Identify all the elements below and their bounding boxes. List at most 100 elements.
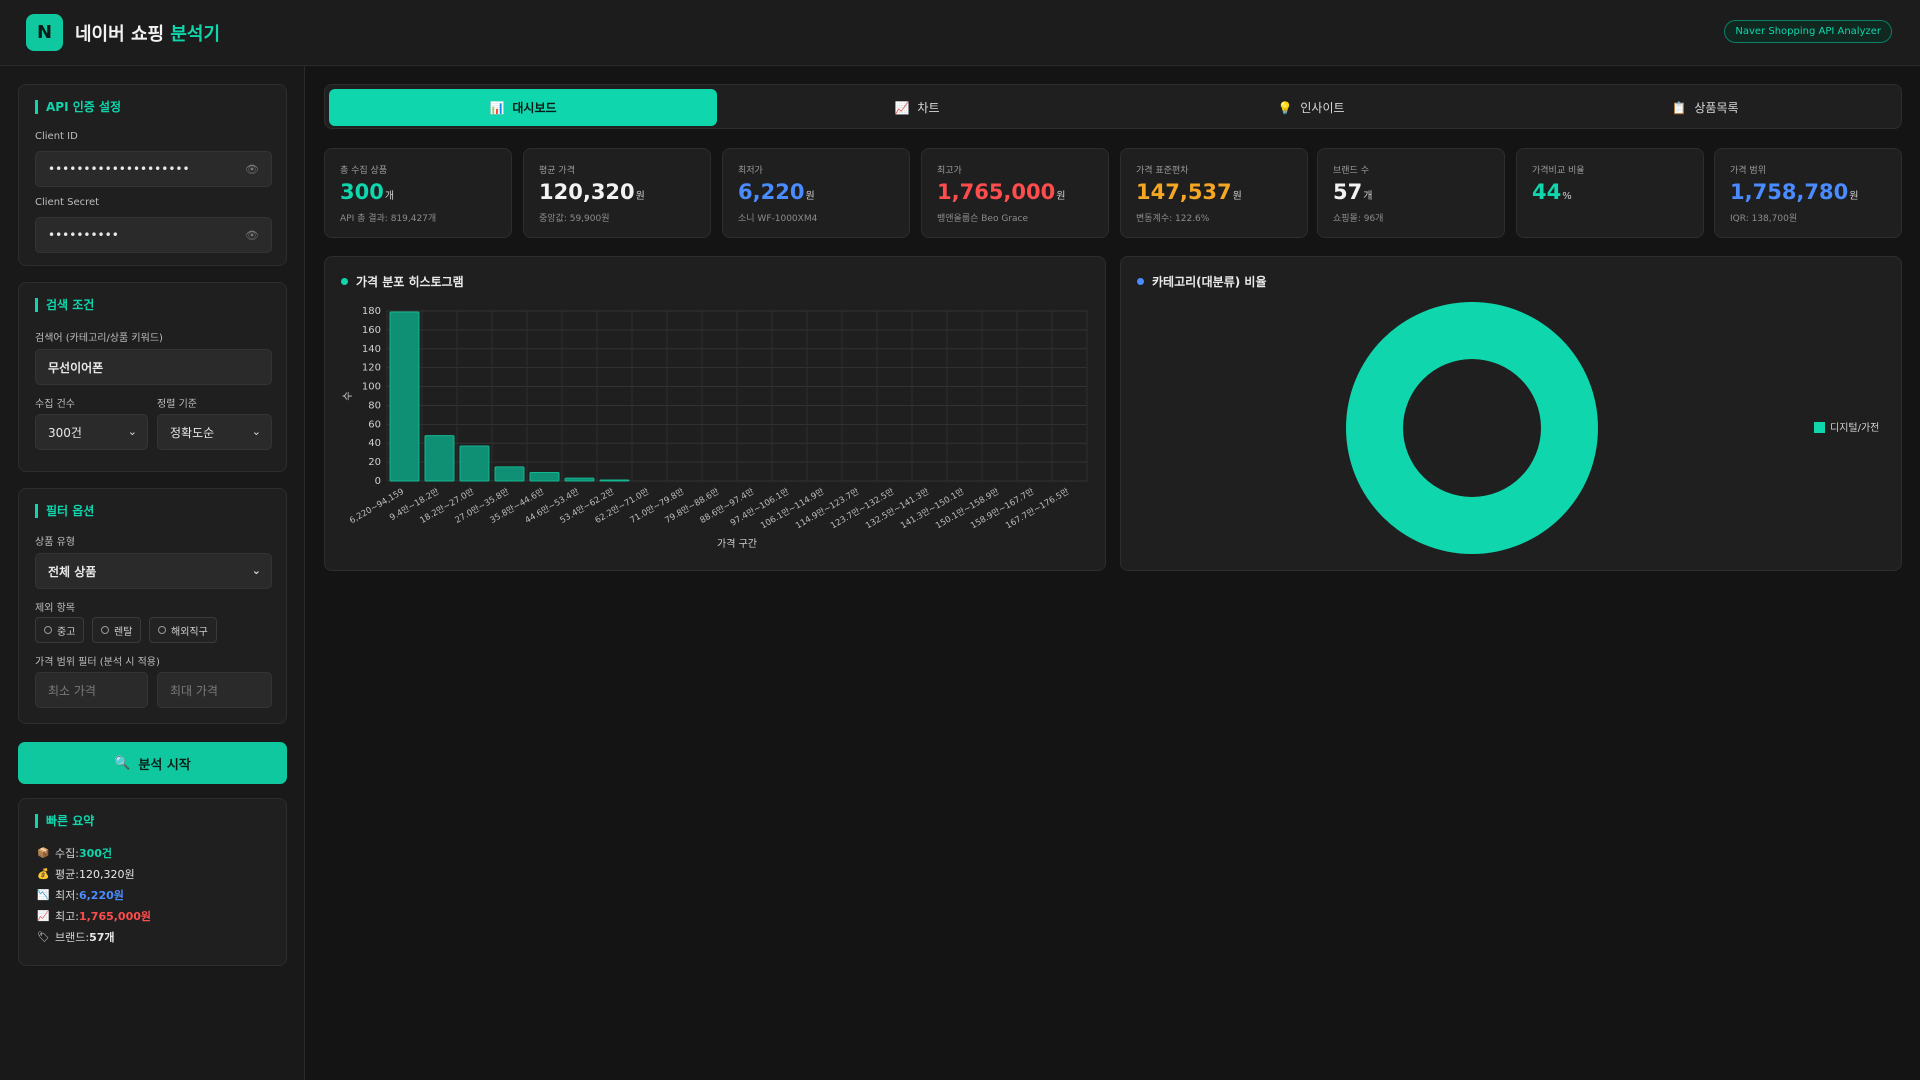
chip-label: 중고 <box>57 626 76 638</box>
sort-value: 정확도순 <box>170 425 215 440</box>
stat-card-brand-count: 브랜드 수 57개 쇼핑몰: 96개 <box>1317 148 1505 238</box>
y-tick-label: 100 <box>362 382 381 393</box>
keyword-label: 검색어 (카테고리/상품 키워드) <box>35 333 163 344</box>
chevron-down-icon: ⌄ <box>127 425 137 438</box>
header-badge: Naver Shopping API Analyzer <box>1724 20 1892 43</box>
y-tick-label: 120 <box>362 363 381 374</box>
tab-label: 대시보드 <box>512 101 557 115</box>
stat-label: 최저가 <box>738 166 763 176</box>
chip-label: 렌탈 <box>114 626 133 638</box>
app-title: 네이버 쇼핑 분석기 <box>75 23 221 45</box>
analyze-start-button[interactable]: 🔍 분석 시작 <box>18 742 287 784</box>
panel-title: API 인증 설정 <box>35 100 121 114</box>
stat-card-price-stddev: 가격 표준편차 147,537원 변동계수: 122.6% <box>1120 148 1308 238</box>
exclude-rental-chip[interactable]: 렌탈 <box>92 617 142 643</box>
y-tick-label: 0 <box>375 476 381 487</box>
sort-label: 정렬 기준 <box>157 399 197 410</box>
y-tick-label: 40 <box>368 438 381 449</box>
stat-sub: 소니 WF-1000XM4 <box>738 214 818 224</box>
summary-value: 120,320원 <box>78 868 135 881</box>
tab-product-list[interactable]: 📋 상품목록 <box>1511 89 1899 126</box>
stat-value: 1,758,780원 <box>1730 180 1859 204</box>
tab-insights[interactable]: 💡 인사이트 <box>1117 89 1505 126</box>
tab-dashboard[interactable]: 📊 대시보드 <box>329 89 717 126</box>
client-id-label: Client ID <box>35 131 78 142</box>
stat-card-min-price: 최저가 6,220원 소니 WF-1000XM4 <box>722 148 910 238</box>
max-price-input[interactable]: 최대 가격 <box>157 672 272 708</box>
client-secret-label: Client Secret <box>35 197 100 208</box>
summary-item: 💰 평균: 120,320원 <box>37 866 135 882</box>
histogram-bar <box>424 435 455 482</box>
product-type-value: 전체 상품 <box>48 564 97 579</box>
price-histogram-panel: 가격 분포 히스토그램 0 20 40 60 80 100 120 140 160 180 6,22… <box>324 256 1106 571</box>
donut-chart: 디지털/가전 <box>1346 302 1879 554</box>
donut-slice <box>1346 302 1598 554</box>
panel-title: 검색 조건 <box>35 298 94 312</box>
eye-icon[interactable]: 👁 <box>245 229 259 242</box>
search-conditions-panel: 검색 조건 검색어 (카테고리/상품 키워드) 무선이어폰 수집 건수 정렬 기… <box>18 282 287 472</box>
histogram-bar <box>529 472 560 482</box>
summary-label: 평균: <box>55 868 79 881</box>
stat-card-total-products: 총 수집 상품 300개 API 총 결과: 819,427개 <box>324 148 512 238</box>
legend-label: 디지털/가전 <box>1830 422 1879 434</box>
chart-up-icon: 📈 <box>37 910 50 922</box>
chart-down-icon: 📉 <box>37 889 50 901</box>
sort-select[interactable]: 정확도순 ⌄ <box>157 414 272 450</box>
stat-label: 가격비교 비율 <box>1532 166 1585 176</box>
summary-value: 57개 <box>89 931 115 944</box>
app-logo: N <box>26 14 63 51</box>
y-tick-label: 20 <box>368 457 381 468</box>
radio-icon <box>101 626 109 634</box>
summary-item: 📉 최저: 6,220원 <box>37 887 124 903</box>
eye-icon[interactable]: 👁 <box>245 163 259 176</box>
stat-value: 300개 <box>340 180 395 204</box>
stat-label: 최고가 <box>937 166 962 176</box>
x-axis-label: 가격 구간 <box>717 537 757 550</box>
tab-label: 인사이트 <box>1300 101 1345 115</box>
stat-label: 총 수집 상품 <box>340 166 388 176</box>
stat-card-max-price: 최고가 1,765,000원 뱅앤올룹슨 Beo Grace <box>921 148 1109 238</box>
chevron-down-icon: ⌄ <box>251 425 261 438</box>
product-type-select[interactable]: 전체 상품 ⌄ <box>35 553 272 589</box>
exclude-overseas-chip[interactable]: 해외직구 <box>149 617 217 643</box>
keyword-value: 무선이어폰 <box>48 360 104 375</box>
y-tick-label: 80 <box>368 400 381 411</box>
tag-icon: 🏷 <box>37 931 50 943</box>
histogram-bar <box>389 311 420 482</box>
client-id-input[interactable]: •••••••••••••••••••• 👁 <box>35 151 272 187</box>
stat-value: 1,765,000원 <box>937 180 1066 204</box>
exclude-used-chip[interactable]: 중고 <box>35 617 85 643</box>
keyword-input[interactable]: 무선이어폰 <box>35 349 272 385</box>
radio-icon <box>158 626 166 634</box>
summary-item: 📈 최고: 1,765,000원 <box>37 908 151 924</box>
stat-label: 평균 가격 <box>539 166 575 176</box>
histogram-bar <box>564 477 595 482</box>
client-secret-input[interactable]: •••••••••• 👁 <box>35 217 272 253</box>
analyze-button-label: 분석 시작 <box>138 757 191 773</box>
bar-chart-icon: 📊 <box>489 100 505 115</box>
y-tick-label: 160 <box>362 325 381 336</box>
stat-sub: IQR: 138,700원 <box>1730 214 1798 224</box>
category-ratio-panel: 카테고리(대분류) 비율 디지털/가전 <box>1120 256 1902 571</box>
clipboard-icon: 📋 <box>1671 100 1687 115</box>
box-icon: 📦 <box>37 847 50 859</box>
tab-charts[interactable]: 📈 차트 <box>723 89 1111 126</box>
stat-sub: 뱅앤올룹슨 Beo Grace <box>937 214 1029 224</box>
summary-label: 브랜드: <box>55 931 90 944</box>
min-price-input[interactable]: 최소 가격 <box>35 672 148 708</box>
stat-value: 147,537원 <box>1136 180 1242 204</box>
stat-sub: 쇼핑몰: 96개 <box>1333 214 1384 224</box>
stat-sub: 변동계수: 122.6% <box>1136 214 1210 224</box>
count-select[interactable]: 300건 ⌄ <box>35 414 148 450</box>
price-range-label: 가격 범위 필터 (분석 시 적용) <box>35 657 160 668</box>
money-bag-icon: 💰 <box>37 868 50 880</box>
min-price-placeholder: 최소 가격 <box>48 683 96 698</box>
filter-options-panel: 필터 옵션 상품 유형 전체 상품 ⌄ 제외 항목 중고 렌탈 해외직구 가격 … <box>18 488 287 724</box>
y-tick-label: 60 <box>368 419 381 430</box>
summary-item: 📦 수집: 300건 <box>37 845 112 861</box>
stat-card-price-compare-ratio: 가격비교 비율 44% <box>1516 148 1704 238</box>
summary-label: 최저: <box>55 889 79 902</box>
sidebar: API 인증 설정 Client ID ••••••••••••••••••••… <box>0 66 305 1080</box>
radio-icon <box>44 626 52 634</box>
exclude-label: 제외 항목 <box>35 603 75 614</box>
